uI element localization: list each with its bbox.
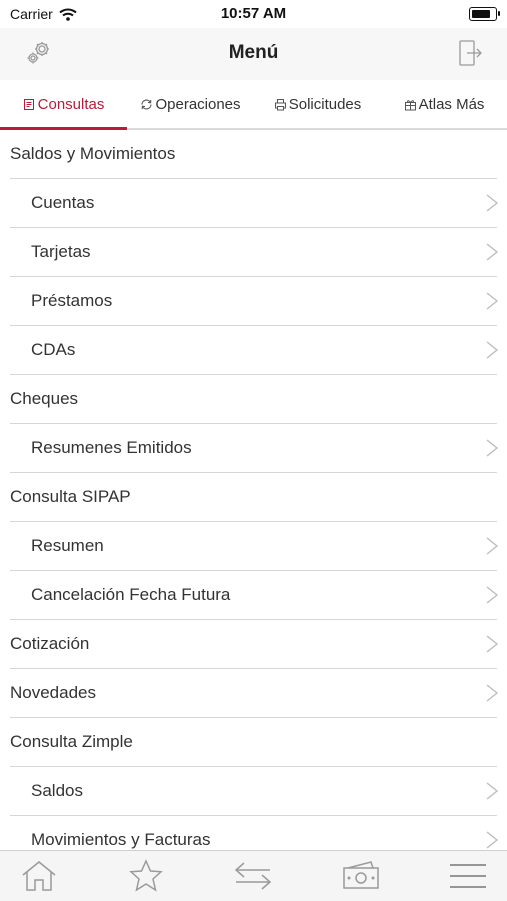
chevron-right-icon bbox=[486, 537, 499, 555]
menu-item-prestamos[interactable]: Préstamos bbox=[10, 277, 499, 326]
chevron-right-icon bbox=[486, 782, 499, 800]
section-label: Consulta Zimple bbox=[10, 732, 133, 751]
chevron-right-icon bbox=[486, 831, 499, 849]
section-label: Saldos y Movimientos bbox=[10, 144, 176, 163]
menu-item-resumen[interactable]: Resumen bbox=[10, 522, 499, 571]
menu-item-label: Resumenes Emitidos bbox=[31, 438, 192, 457]
chevron-right-icon bbox=[486, 292, 499, 310]
chevron-right-icon bbox=[486, 684, 499, 702]
tab-label: Atlas Más bbox=[418, 95, 485, 113]
navigation-bar: Menú bbox=[0, 28, 507, 81]
chevron-right-icon bbox=[486, 341, 499, 359]
section-label: Cheques bbox=[10, 389, 79, 408]
transfer-icon[interactable] bbox=[233, 859, 273, 893]
section-tabs: Consultas Operaciones Solicitudes Atlas … bbox=[0, 80, 507, 130]
section-header-consulta-sipap: Consulta SIPAP bbox=[10, 473, 497, 522]
tab-label: Consultas bbox=[37, 95, 105, 113]
menu-item-label: Tarjetas bbox=[31, 242, 91, 261]
gift-icon bbox=[404, 99, 416, 110]
menu-item-label: Movimientos y Facturas bbox=[31, 830, 211, 849]
page-title: Menú bbox=[228, 42, 279, 63]
tab-label: Solicitudes bbox=[288, 95, 362, 113]
menu-icon[interactable] bbox=[448, 859, 488, 893]
menu-item-label: Préstamos bbox=[31, 291, 113, 310]
chevron-right-icon bbox=[486, 243, 499, 261]
section-header-cheques: Cheques bbox=[10, 375, 497, 424]
menu-item-label: Novedades bbox=[10, 683, 97, 702]
refresh-icon bbox=[141, 99, 153, 109]
star-icon[interactable] bbox=[126, 859, 166, 893]
tab-operaciones[interactable]: Operaciones bbox=[127, 80, 254, 128]
menu-item-cancelacion-fecha-futura[interactable]: Cancelación Fecha Futura bbox=[10, 571, 499, 620]
consultas-icon bbox=[23, 98, 34, 110]
menu-item-label: Cuentas bbox=[31, 193, 95, 212]
menu-list: Saldos y Movimientos Cuentas Tarjetas Pr… bbox=[0, 130, 507, 865]
section-header-saldos-y-movimientos: Saldos y Movimientos bbox=[10, 130, 497, 179]
menu-item-saldos[interactable]: Saldos bbox=[10, 767, 499, 816]
chevron-right-icon bbox=[486, 586, 499, 604]
tab-solicitudes[interactable]: Solicitudes bbox=[254, 80, 381, 128]
chevron-right-icon bbox=[486, 635, 499, 653]
menu-item-cuentas[interactable]: Cuentas bbox=[10, 179, 499, 228]
bottom-tab-bar bbox=[0, 850, 507, 901]
menu-item-label: CDAs bbox=[31, 340, 76, 359]
printer-icon bbox=[274, 98, 286, 110]
home-icon[interactable] bbox=[19, 859, 59, 893]
tab-atlas-mas[interactable]: Atlas Más bbox=[381, 80, 507, 128]
menu-item-label: Cancelación Fecha Futura bbox=[31, 585, 231, 604]
status-bar: Carrier 10:57 AM bbox=[0, 0, 507, 28]
logout-icon[interactable] bbox=[455, 38, 485, 68]
tab-consultas[interactable]: Consultas bbox=[0, 80, 127, 130]
menu-item-label: Saldos bbox=[31, 781, 83, 800]
menu-item-cdas[interactable]: CDAs bbox=[10, 326, 499, 375]
menu-item-novedades[interactable]: Novedades bbox=[10, 669, 499, 718]
battery-icon bbox=[469, 7, 500, 21]
section-label: Consulta SIPAP bbox=[10, 487, 131, 506]
menu-item-label: Cotización bbox=[10, 634, 90, 653]
menu-item-resumenes-emitidos[interactable]: Resumenes Emitidos bbox=[10, 424, 499, 473]
menu-item-tarjetas[interactable]: Tarjetas bbox=[10, 228, 499, 277]
tab-label: Operaciones bbox=[155, 95, 241, 113]
chevron-right-icon bbox=[486, 194, 499, 212]
chevron-right-icon bbox=[486, 439, 499, 457]
clock: 10:57 AM bbox=[220, 5, 287, 22]
menu-item-label: Resumen bbox=[31, 536, 104, 555]
section-header-consulta-zimple: Consulta Zimple bbox=[10, 718, 497, 767]
money-icon[interactable] bbox=[341, 859, 381, 893]
menu-item-cotizacion[interactable]: Cotización bbox=[10, 620, 499, 669]
